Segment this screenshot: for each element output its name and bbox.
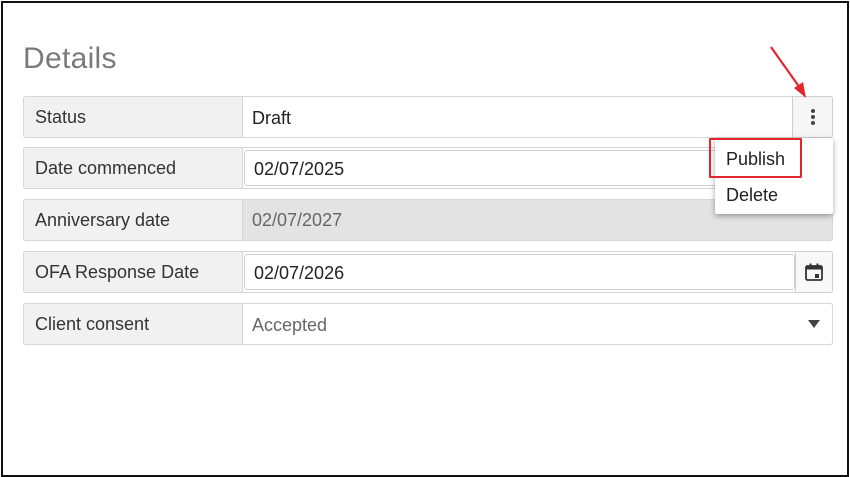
client-consent-label: Client consent: [24, 304, 243, 344]
publish-highlight-box: [709, 138, 802, 178]
ofa-response-date-row: OFA Response Date 02/07/2026: [23, 251, 833, 293]
status-value: Draft: [252, 108, 292, 128]
calendar-button[interactable]: [795, 251, 833, 293]
anniversary-date-row: Anniversary date 02/07/2027: [23, 199, 833, 241]
ofa-response-date-label: OFA Response Date: [24, 252, 243, 292]
date-commenced-input[interactable]: 02/07/2025: [244, 150, 724, 186]
page-title: Details: [23, 42, 117, 75]
more-vertical-icon: [810, 109, 815, 125]
date-commenced-label: Date commenced: [24, 148, 243, 188]
menu-item-delete[interactable]: Delete: [715, 178, 833, 212]
red-arrow-icon: [770, 46, 806, 98]
anniversary-date-label: Anniversary date: [24, 200, 243, 240]
status-label: Status: [24, 97, 243, 137]
status-row: Status Draft: [23, 96, 833, 138]
status-menu-button[interactable]: [792, 96, 833, 138]
chevron-down-icon[interactable]: [808, 320, 820, 328]
client-consent-row[interactable]: Client consent Accepted: [23, 303, 833, 345]
client-consent-value[interactable]: Accepted: [252, 304, 327, 344]
calendar-icon: [805, 263, 823, 281]
ofa-response-date-input[interactable]: 02/07/2026: [244, 254, 795, 290]
